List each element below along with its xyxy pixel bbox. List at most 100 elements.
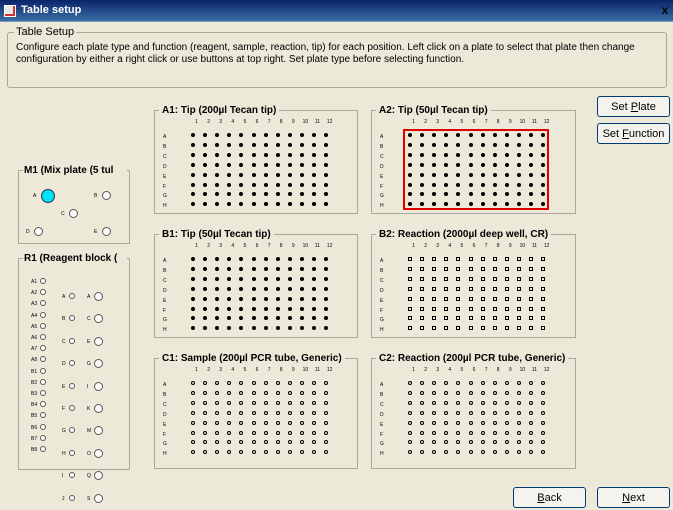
well bbox=[324, 162, 329, 167]
reagent-tube[interactable] bbox=[40, 390, 46, 396]
well bbox=[420, 430, 425, 435]
well bbox=[480, 450, 485, 455]
well bbox=[541, 326, 546, 331]
tube[interactable] bbox=[34, 227, 43, 236]
reagent-tube-large[interactable] bbox=[94, 314, 103, 324]
well bbox=[299, 142, 304, 147]
plate-m1[interactable]: M1 (Mix plate (5 tul A B C D E bbox=[18, 165, 130, 244]
well bbox=[312, 172, 316, 177]
reagent-tube-large[interactable] bbox=[94, 336, 103, 346]
reagent-tube[interactable] bbox=[40, 311, 46, 318]
reagent-tube[interactable] bbox=[40, 356, 46, 363]
well bbox=[541, 430, 546, 435]
well bbox=[541, 286, 546, 291]
well bbox=[203, 257, 208, 261]
reagent-tube[interactable] bbox=[40, 278, 46, 284]
well bbox=[324, 450, 329, 455]
reagent-tube[interactable] bbox=[40, 401, 46, 408]
column-label: 3 bbox=[219, 243, 223, 249]
well bbox=[239, 450, 244, 455]
well bbox=[191, 142, 195, 147]
reagent-tube[interactable] bbox=[40, 334, 46, 340]
well bbox=[299, 257, 304, 261]
set-function-button[interactable]: Set Function bbox=[597, 123, 670, 144]
reagent-tube[interactable] bbox=[40, 322, 46, 329]
set-plate-button[interactable]: Set Plate bbox=[597, 96, 670, 117]
plate-b1[interactable]: B1: Tip (50µl Tecan tip) 1 2 3 4 5 6 7 8 9 10 11 12 A… bbox=[154, 229, 358, 338]
well bbox=[203, 316, 208, 321]
tube[interactable] bbox=[69, 209, 78, 218]
reagent-tube[interactable] bbox=[69, 427, 75, 434]
column-label: 4 bbox=[231, 243, 235, 249]
tube[interactable] bbox=[102, 191, 111, 200]
reagent-tube-large[interactable] bbox=[94, 381, 103, 391]
well bbox=[529, 450, 533, 455]
reagent-tube[interactable] bbox=[69, 337, 75, 344]
reagent-tube-large[interactable] bbox=[94, 448, 103, 458]
reagent-tube[interactable] bbox=[69, 360, 75, 367]
back-button[interactable]: Back bbox=[513, 487, 586, 508]
reagent-tube[interactable] bbox=[40, 378, 46, 385]
reagent-tube-large[interactable] bbox=[94, 493, 103, 503]
reagent-tube-large[interactable] bbox=[94, 359, 103, 369]
plate-r1[interactable]: R1 (Reagent block ( A1 A2 A3 A4 A5 A6 A7 A8 B1 B2… bbox=[18, 253, 130, 503]
well bbox=[420, 266, 425, 271]
well bbox=[444, 400, 449, 405]
reagent-tube[interactable] bbox=[40, 434, 46, 441]
reagent-tube[interactable] bbox=[40, 300, 46, 307]
reagent-tube[interactable] bbox=[69, 449, 75, 456]
reagent-tube[interactable] bbox=[69, 293, 75, 299]
reagent-tube[interactable] bbox=[69, 494, 75, 501]
reagent-tube-large[interactable] bbox=[94, 404, 103, 413]
row-label: G bbox=[163, 317, 167, 324]
row-label: F bbox=[163, 183, 167, 190]
well bbox=[492, 450, 497, 455]
next-button[interactable]: Next bbox=[597, 487, 670, 508]
well bbox=[227, 420, 232, 425]
column-labels: 1 2 3 4 5 6 7 8 9 10 11 12 bbox=[409, 366, 549, 374]
reagent-tube[interactable] bbox=[69, 405, 75, 411]
reagent-tube-large[interactable] bbox=[94, 471, 103, 481]
row-label: A bbox=[163, 134, 167, 140]
well bbox=[480, 390, 485, 395]
reagent-tube[interactable] bbox=[40, 367, 46, 374]
tube[interactable] bbox=[102, 227, 111, 236]
well bbox=[492, 440, 497, 445]
plate-c1[interactable]: C1: Sample (200µl PCR tube, Generic) 1 2 3 4… bbox=[154, 353, 358, 469]
tube-selected[interactable] bbox=[41, 189, 55, 203]
reagent-tube[interactable] bbox=[40, 446, 46, 452]
well bbox=[516, 381, 521, 385]
column-label: 9 bbox=[508, 367, 512, 373]
well bbox=[239, 152, 244, 157]
reagent-tube-large[interactable] bbox=[94, 292, 103, 301]
well bbox=[263, 381, 268, 385]
well bbox=[456, 266, 461, 271]
plate-a1[interactable]: A1: Tip (200µl Tecan tip) 1 2 3 4 5 6 7 8 9 10 11 12… bbox=[154, 105, 358, 214]
reagent-tube[interactable] bbox=[40, 345, 46, 352]
column-label: 7 bbox=[267, 119, 271, 125]
reagent-tube[interactable] bbox=[69, 382, 75, 389]
reagent-tube[interactable] bbox=[40, 423, 46, 430]
well bbox=[275, 286, 280, 291]
well bbox=[492, 276, 497, 281]
well bbox=[480, 316, 485, 321]
well bbox=[275, 266, 280, 271]
well bbox=[287, 390, 292, 395]
plate-c2[interactable]: C2: Reaction (200µl PCR tube, Generic) 1 2… bbox=[371, 353, 576, 469]
well bbox=[275, 276, 280, 281]
plate-b2[interactable]: B2: Reaction (2000µl deep well, CR) 1 2 3 4 5… bbox=[371, 229, 576, 338]
column-label: 6 bbox=[255, 243, 259, 249]
well bbox=[529, 306, 533, 311]
reagent-tube[interactable] bbox=[69, 472, 75, 479]
reagent-tube[interactable] bbox=[40, 412, 46, 419]
plate-a2[interactable]: A2: Tip (50µl Tecan tip) 1 2 3 4 5 6 7 8 9 10 11 12 A… bbox=[371, 105, 576, 214]
well bbox=[191, 410, 195, 415]
reagent-label: C bbox=[87, 316, 91, 323]
well bbox=[287, 316, 292, 321]
close-button[interactable]: x bbox=[658, 4, 672, 18]
well bbox=[420, 420, 425, 425]
well bbox=[263, 257, 268, 261]
reagent-tube[interactable] bbox=[40, 289, 46, 296]
reagent-tube[interactable] bbox=[69, 315, 75, 322]
reagent-tube-large[interactable] bbox=[94, 426, 103, 436]
